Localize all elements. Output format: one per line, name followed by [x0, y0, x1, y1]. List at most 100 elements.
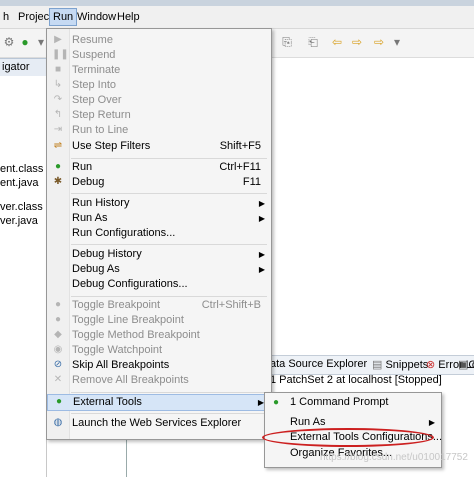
- submenu-item-command-prompt[interactable]: ● 1 Command Prompt: [265, 395, 441, 410]
- menu-item-run-as[interactable]: Run As ▶: [47, 211, 271, 226]
- menu-item-label: Step Over: [72, 94, 122, 106]
- menu-separator: [71, 296, 267, 297]
- menu-item-step-over[interactable]: ↷ Step Over: [47, 93, 271, 108]
- tab-snippets[interactable]: ▤ Snippets: [372, 358, 428, 371]
- navigator-tab-label: igator: [2, 61, 30, 73]
- menu-item-launch-web-services-explorer[interactable]: ◍ Launch the Web Services Explorer: [47, 416, 271, 431]
- resume-icon: ▶: [54, 34, 62, 45]
- submenu-arrow-icon: ▶: [258, 265, 265, 274]
- menu-item-label: External Tools: [73, 396, 142, 408]
- menu-separator: [71, 244, 267, 245]
- file-item[interactable]: ent.class: [0, 163, 43, 175]
- bottom-view-tabs: ata Source Explorer ▤ Snippets ⊗ Error L…: [270, 355, 474, 375]
- run-toolbar-icon[interactable]: ●: [18, 35, 32, 49]
- annotation-icon[interactable]: ⎘: [280, 35, 294, 49]
- menu-item-label: Resume: [72, 34, 113, 46]
- menu-item-label: Debug History: [72, 248, 142, 260]
- tab-data-source-explorer[interactable]: ata Source Explorer: [270, 358, 367, 370]
- menu-item-run-configurations[interactable]: Run Configurations...: [47, 226, 271, 241]
- menu-item-label: Run As: [72, 212, 108, 224]
- step-over-icon: ↷: [53, 94, 63, 105]
- menu-item-label: Terminate: [72, 64, 121, 76]
- menu-item-label: Launch the Web Services Explorer: [72, 417, 242, 429]
- menu-item-toggle-watchpoint[interactable]: ◉ Toggle Watchpoint: [47, 343, 271, 358]
- suspend-icon: ❚❚: [52, 49, 69, 60]
- menu-separator: [71, 193, 267, 194]
- submenu-arrow-icon: ▶: [258, 199, 265, 208]
- debug-toolbar-icon[interactable]: ⚙: [2, 35, 16, 49]
- breakpoint-icon: ●: [54, 299, 62, 310]
- submenu-arrow-icon: ▶: [258, 250, 265, 259]
- menu-item-remove-all-breakpoints[interactable]: ✕ Remove All Breakpoints: [47, 373, 271, 388]
- error-log-icon: ⊗: [426, 359, 436, 371]
- web-services-icon: ◍: [53, 417, 63, 428]
- file-item[interactable]: ent.java: [0, 177, 39, 189]
- menu-item-toggle-method-breakpoint[interactable]: ◆ Toggle Method Breakpoint: [47, 328, 271, 343]
- menu-item-run-history[interactable]: Run History ▶: [47, 196, 271, 211]
- watchpoint-icon: ◉: [53, 344, 63, 355]
- menu-item-accelerator: Shift+F5: [219, 140, 261, 152]
- menu-item-label: Toggle Breakpoint: [72, 299, 161, 311]
- menu-help[interactable]: Help: [114, 9, 143, 25]
- forward-icon[interactable]: ⇨: [350, 35, 364, 49]
- snippets-icon: ▤: [372, 359, 383, 371]
- step-filters-icon: ⇌: [53, 140, 63, 151]
- terminate-icon: ■: [54, 64, 62, 75]
- menu-item-skip-all-breakpoints[interactable]: ⊘ Skip All Breakpoints: [47, 358, 271, 373]
- method-breakpoint-icon: ◆: [54, 329, 62, 340]
- menu-item-debug-configurations[interactable]: Debug Configurations...: [47, 277, 271, 292]
- tab-snippets-label: Snippets: [385, 359, 429, 371]
- file-item[interactable]: ver.java: [0, 215, 38, 227]
- debug-icon: ✱: [53, 176, 63, 187]
- menu-item-run[interactable]: ● Run Ctrl+F11: [47, 160, 271, 175]
- menu-item-suspend[interactable]: ❚❚ Suspend: [47, 48, 271, 63]
- menu-item-label: Run: [72, 161, 93, 173]
- menu-item-label: Run History: [72, 197, 130, 209]
- file-item[interactable]: ver.class: [0, 201, 43, 213]
- menu-item-debug-as[interactable]: Debug As ▶: [47, 262, 271, 277]
- menu-item-toggle-breakpoint[interactable]: ● Toggle Breakpoint Ctrl+Shift+B: [47, 298, 271, 313]
- chevron-down-icon[interactable]: ▾: [390, 35, 404, 49]
- external-tools-icon: ●: [55, 396, 63, 407]
- external-tool-run-icon: ●: [272, 397, 280, 408]
- menu-run[interactable]: Run: [49, 8, 78, 26]
- submenu-arrow-icon: ▶: [428, 418, 435, 427]
- menu-search[interactable]: h: [0, 9, 12, 25]
- menu-item-label: Toggle Watchpoint: [72, 344, 163, 356]
- next-annotation-icon[interactable]: ⎗: [306, 35, 320, 49]
- console-icon: ▣: [458, 359, 469, 371]
- menu-item-label: Use Step Filters: [72, 140, 151, 152]
- step-into-icon: ↳: [53, 79, 63, 90]
- menu-item-terminate[interactable]: ■ Terminate: [47, 63, 271, 78]
- menu-separator: [71, 158, 267, 159]
- menu-item-label: Skip All Breakpoints: [72, 359, 170, 371]
- menu-item-toggle-line-breakpoint[interactable]: ● Toggle Line Breakpoint: [47, 313, 271, 328]
- navigator-tab[interactable]: igator: [0, 58, 47, 78]
- server-status[interactable]: 1 PatchSet 2 at localhost [Stopped]: [270, 374, 442, 386]
- step-return-icon: ↰: [53, 109, 63, 120]
- remove-breakpoints-icon: ✕: [53, 374, 63, 385]
- submenu-arrow-icon: ▶: [258, 214, 265, 223]
- menu-item-debug[interactable]: ✱ Debug F11: [47, 175, 271, 190]
- menu-item-run-to-line[interactable]: ⇥ Run to Line: [47, 123, 271, 138]
- line-breakpoint-icon: ●: [54, 314, 62, 325]
- menu-separator: [71, 392, 267, 393]
- forward-dropdown-icon[interactable]: ⇨: [372, 35, 386, 49]
- menu-item-label: Suspend: [72, 49, 116, 61]
- menu-item-external-tools[interactable]: ● External Tools ▶: [47, 394, 271, 411]
- back-icon[interactable]: ⇦: [330, 35, 344, 49]
- navigator-pane: ent.class ent.java ver.class ver.java: [0, 76, 47, 477]
- menu-bar: h Project Run Window Help: [0, 6, 474, 29]
- menu-item-label: Debug: [72, 176, 105, 188]
- menu-window[interactable]: Window: [74, 9, 119, 25]
- menu-item-resume[interactable]: ▶ Resume: [47, 33, 271, 48]
- tab-console[interactable]: ▣Co: [458, 358, 474, 371]
- menu-item-debug-history[interactable]: Debug History ▶: [47, 247, 271, 262]
- menu-item-step-return[interactable]: ↰ Step Return: [47, 108, 271, 123]
- editor-area: [270, 58, 474, 354]
- menu-item-step-into[interactable]: ↳ Step Into: [47, 78, 271, 93]
- menu-item-label: Debug Configurations...: [72, 278, 188, 290]
- menu-item-use-step-filters[interactable]: ⇌ Use Step Filters Shift+F5: [47, 139, 271, 154]
- run-icon: ●: [54, 161, 62, 172]
- menu-item-label: Debug As: [72, 263, 120, 275]
